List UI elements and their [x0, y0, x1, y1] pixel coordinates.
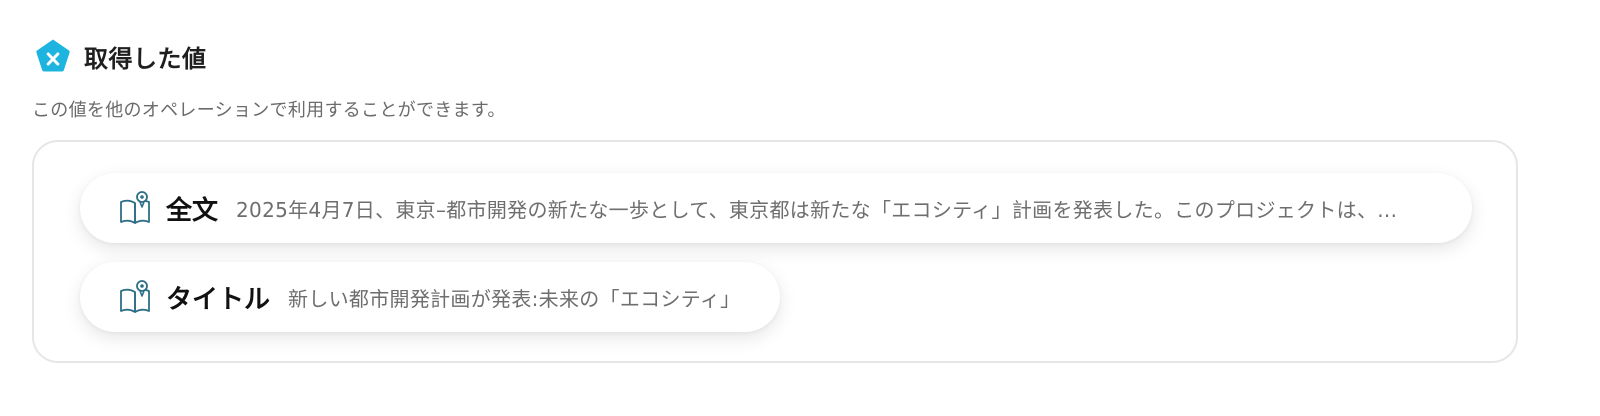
output-values-panel: 全文 2025年4月7日、東京–都市開発の新たな一歩として、東京都は新たな「エコ… — [32, 140, 1518, 363]
pentagon-x-icon — [36, 39, 70, 72]
page-title: 取得した値 — [84, 44, 207, 73]
page: 取得した値 この値を他のオペレーションで利用することができます。 全文 2025… — [0, 0, 1600, 416]
output-value: 新しい都市開発計画が発表:未来の「エコシティ」 — [288, 286, 741, 311]
output-item-fulltext[interactable]: 全文 2025年4月7日、東京–都市開発の新たな一歩として、東京都は新たな「エコ… — [80, 173, 1472, 243]
description-text: この値を他のオペレーションで利用することができます。 — [32, 100, 506, 121]
output-value: 2025年4月7日、東京–都市開発の新たな一歩として、東京都は新たな「エコシティ… — [236, 197, 1398, 222]
output-label: 全文 — [166, 195, 219, 226]
book-icon — [120, 280, 150, 313]
output-item-title[interactable]: タイトル 新しい都市開発計画が発表:未来の「エコシティ」 — [80, 262, 780, 332]
output-label: タイトル — [166, 284, 271, 315]
book-icon — [120, 191, 150, 224]
section-header: 取得した値 — [34, 37, 207, 75]
